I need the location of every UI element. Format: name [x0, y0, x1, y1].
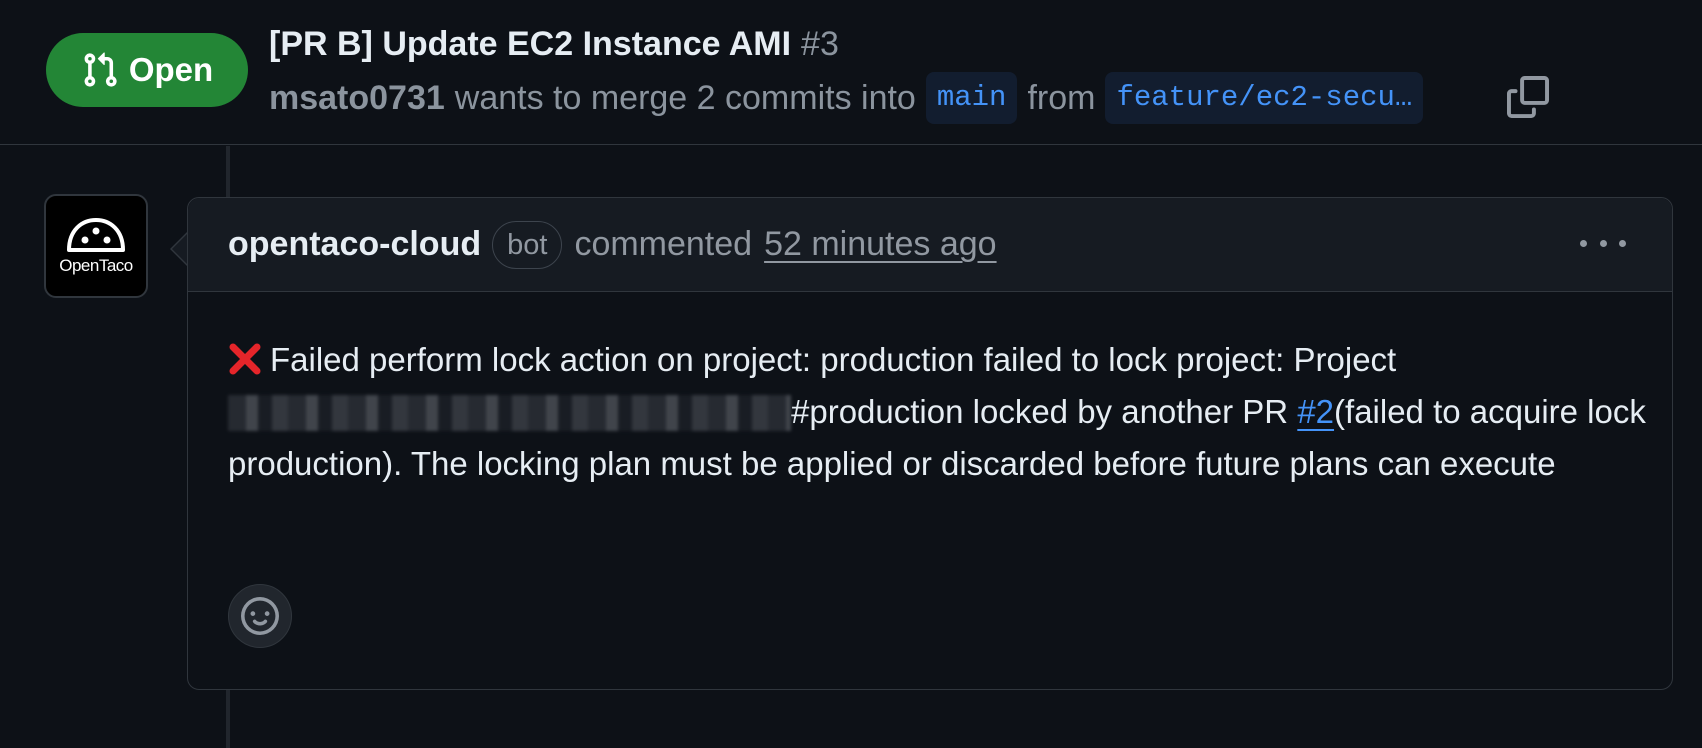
head-branch-link[interactable]: feature/ec2-secu…: [1105, 72, 1424, 124]
timeline-comment: opentaco-cloud bot commented 52 minutes …: [187, 197, 1673, 690]
smiley-icon: [241, 597, 279, 635]
git-pull-request-icon: [84, 52, 117, 87]
merge-text: wants to merge 2 commits into: [454, 78, 916, 117]
pr-author-link[interactable]: msato0731: [269, 79, 445, 118]
cross-mark-icon: [229, 343, 261, 375]
avatar-label: OpenTaco: [59, 256, 133, 275]
copy-branch-button[interactable]: [1507, 76, 1549, 118]
base-branch-link[interactable]: main: [925, 72, 1018, 124]
opentaco-logo-icon: [67, 218, 125, 252]
comment-options-button[interactable]: [1580, 228, 1626, 258]
pr-title: [PR B] Update EC2 Instance AMI #3: [269, 22, 839, 66]
comment-header: opentaco-cloud bot commented 52 minutes …: [188, 198, 1672, 292]
pr-title-text: [PR B] Update EC2 Instance AMI: [269, 25, 792, 63]
avatar[interactable]: OpenTaco: [44, 194, 148, 298]
copy-icon: [1507, 76, 1549, 118]
comment-author-link[interactable]: opentaco-cloud: [228, 225, 481, 264]
kebab-dot: [1599, 239, 1607, 247]
redacted-project-name: [228, 395, 791, 431]
comment-text-part2: #production locked by another PR: [791, 393, 1298, 430]
pr-state-badge: Open: [46, 33, 248, 107]
pr-number: #3: [801, 25, 839, 63]
kebab-dot: [1619, 239, 1626, 247]
pr-state-label: Open: [128, 51, 214, 88]
from-text: from: [1027, 78, 1096, 117]
comment-action: commented: [574, 225, 753, 263]
pr-merge-info: msato0731 wants to merge 2 commits into …: [269, 72, 1433, 124]
comment-body: Failed perform lock action on project: p…: [228, 334, 1648, 490]
pr-header: Open [PR B] Update EC2 Instance AMI #3 ms…: [0, 0, 1702, 145]
comment-timestamp-link[interactable]: 52 minutes ago: [764, 225, 997, 264]
bot-badge: bot: [492, 220, 563, 269]
add-reaction-button[interactable]: [228, 584, 292, 648]
pr-reference-link[interactable]: #2: [1297, 393, 1334, 430]
comment-text-part1: Failed perform lock action on project: p…: [270, 341, 1397, 378]
kebab-dot: [1580, 239, 1587, 247]
comment-pointer-fill: [172, 233, 188, 265]
